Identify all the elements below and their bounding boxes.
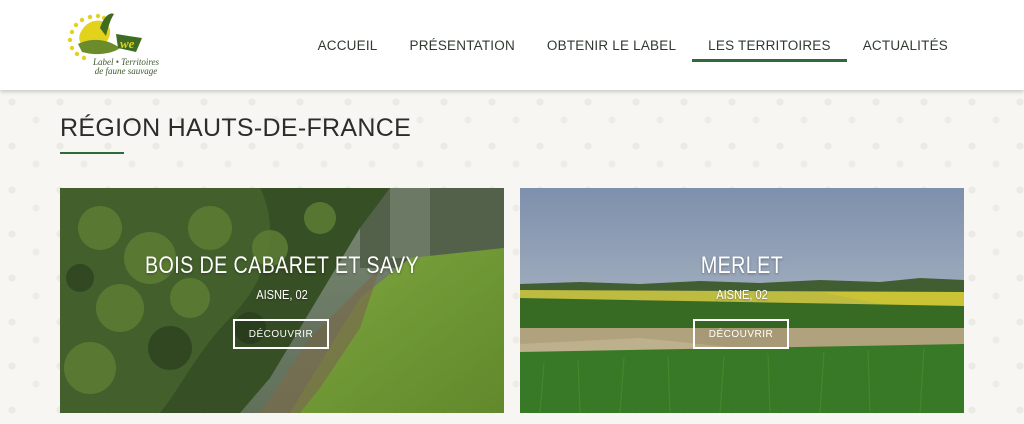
discover-button[interactable]: DÉCOUVRIR: [233, 319, 329, 349]
nav-item-presentation[interactable]: PRÉSENTATION: [394, 0, 531, 90]
logo-text: Label • Territoires de faune sauvage: [76, 58, 176, 76]
discover-button[interactable]: DÉCOUVRIR: [693, 319, 789, 349]
page-title: RÉGION HAUTS-DE-FRANCE: [60, 114, 412, 142]
card-title: BOIS DE CABARET ET SAVY: [144, 252, 420, 279]
svg-text:we: we: [120, 36, 135, 51]
site-header: we Label • Territoires de faune sauvage …: [0, 0, 1024, 90]
title-underline: [60, 152, 124, 154]
site-logo[interactable]: we Label • Territoires de faune sauvage: [60, 8, 170, 82]
card-location: AISNE, 02: [256, 287, 308, 302]
card-location: AISNE, 02: [716, 287, 768, 302]
territory-card-merlet[interactable]: MERLET AISNE, 02 DÉCOUVRIR: [520, 188, 964, 413]
card-title: MERLET: [700, 252, 784, 279]
logo-text-line2: de faune sauvage: [94, 66, 158, 76]
territory-card-bois-de-cabaret[interactable]: BOIS DE CABARET ET SAVY AISNE, 02 DÉCOUV…: [60, 188, 504, 413]
nav-item-accueil[interactable]: ACCUEIL: [302, 0, 394, 90]
main-nav: ACCUEIL PRÉSENTATION OBTENIR LE LABEL LE…: [302, 0, 964, 90]
nav-item-actualites[interactable]: ACTUALITÉS: [847, 0, 964, 90]
nav-item-les-territoires[interactable]: LES TERRITOIRES: [692, 0, 847, 90]
nav-item-obtenir-le-label[interactable]: OBTENIR LE LABEL: [531, 0, 692, 90]
